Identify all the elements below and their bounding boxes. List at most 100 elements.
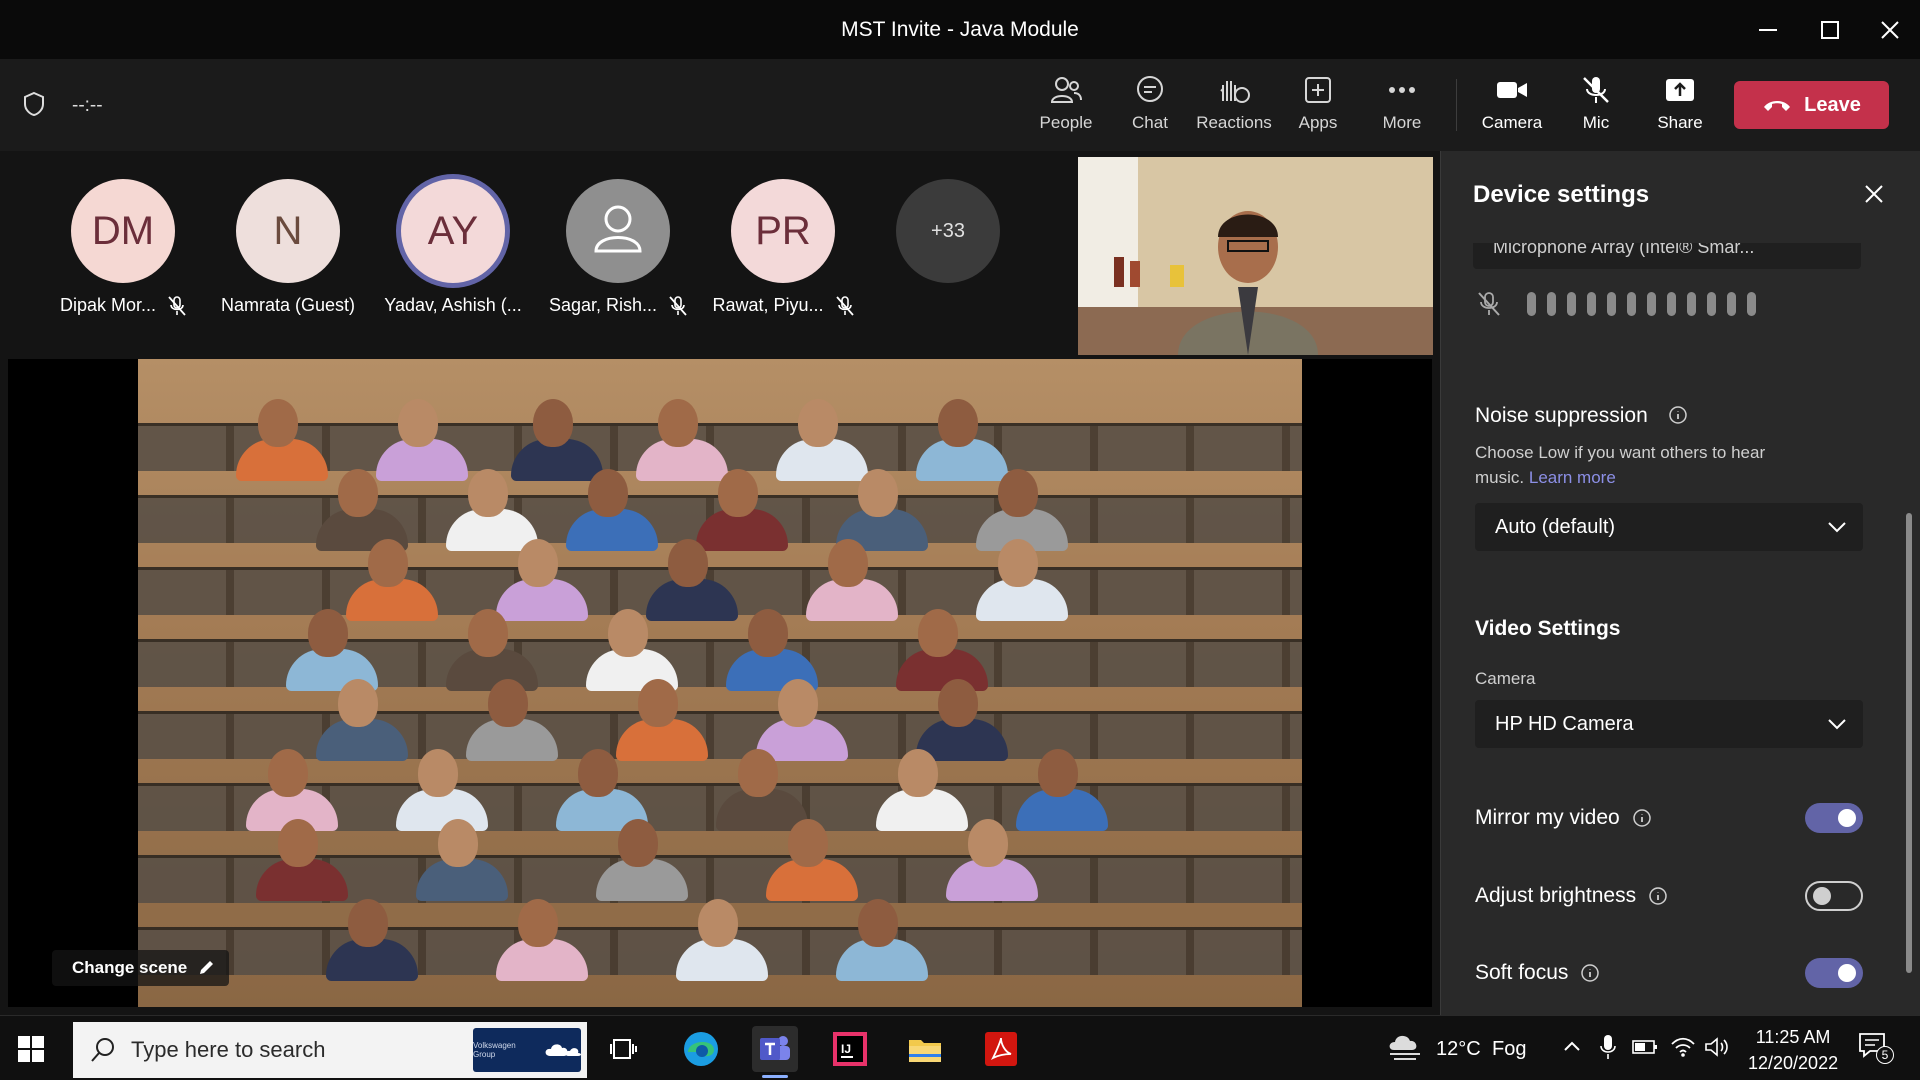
clock-time: 11:25 AM [1755,1027,1831,1047]
microphone-dropdown[interactable]: Microphone Array (Intel® Smar... [1473,243,1861,269]
weather-temperature[interactable]: 12°C [1436,1038,1481,1061]
more-label: More [1382,113,1422,132]
self-video-preview[interactable] [1078,157,1433,355]
attendee-head [918,609,958,657]
info-icon[interactable] [1580,963,1600,983]
chat-button[interactable]: Chat [1108,75,1192,141]
participant-tile[interactable]: AY Yadav, Ashish (... [373,179,533,316]
info-icon[interactable] [1648,886,1668,906]
attendee-head [828,539,868,587]
level-bars [1527,292,1756,316]
share-icon [1666,79,1694,101]
file-explorer-app[interactable] [902,1026,948,1072]
close-panel-icon[interactable] [1861,181,1887,207]
apps-label: Apps [1298,113,1338,132]
participant-tile[interactable]: DM Dipak Mor... [43,179,203,316]
microphone-tray-icon[interactable] [1600,1034,1616,1060]
info-icon[interactable] [1632,808,1652,828]
camera-dropdown[interactable]: HP HD Camera [1475,700,1863,748]
mirror-video-toggle[interactable] [1805,803,1863,833]
muted-mic-icon [168,295,186,316]
info-icon[interactable] [1668,405,1688,425]
edge-app[interactable] [678,1026,724,1072]
avatar: N [236,179,340,283]
participant-name-row: Rawat, Piyu... [712,295,854,316]
taskbar-search-box[interactable]: Type here to search Volkswagen Group [73,1022,587,1078]
attendee-head [418,749,458,797]
description-text: Choose Low if you want others to hear mu… [1475,443,1766,487]
attendee-head [468,609,508,657]
attendee-head [748,609,788,657]
windows-start-icon[interactable] [16,1034,46,1064]
soft-focus-toggle[interactable] [1805,958,1863,988]
teams-app[interactable] [752,1026,798,1078]
notification-badge: 5 [1876,1046,1894,1064]
adjust-brightness-toggle[interactable] [1805,881,1863,911]
apps-icon [1305,77,1331,103]
camera-label: Camera [1481,113,1543,132]
participant-name-row: Namrata (Guest) [221,295,355,316]
together-mode-scene: Change scene [8,359,1432,1007]
volume-icon[interactable] [1704,1036,1730,1058]
attendee-head [858,469,898,517]
participant-tile[interactable]: N Namrata (Guest) [208,179,368,316]
noise-suppression-dropdown[interactable]: Auto (default) [1475,503,1863,551]
leave-button[interactable]: Leave [1734,81,1889,129]
participant-tile[interactable]: PR Rawat, Piyu... [703,179,863,316]
participant-tile[interactable]: Sagar, Rish... [538,179,698,316]
taskbar-clock[interactable]: 11:25 AM 12/20/2022 [1748,1024,1838,1076]
learn-more-link[interactable]: Learn more [1529,468,1616,487]
wifi-icon[interactable] [1670,1036,1696,1058]
noise-suppression-description: Choose Low if you want others to hear mu… [1475,440,1805,490]
notification-center-button[interactable]: 5 [1858,1032,1894,1066]
attendee-head [658,399,698,447]
windows-taskbar: Type here to search Volkswagen Group IJ … [0,1015,1920,1080]
attendee-head [798,399,838,447]
participant-name: Yadav, Ashish (... [384,295,522,315]
attendee-head [438,819,478,867]
mic-label: Mic [1582,113,1610,132]
search-highlight-banner[interactable]: Volkswagen Group [473,1028,581,1072]
pdf-reader-icon [985,1032,1017,1066]
attendee-head [308,609,348,657]
overflow-count: +33 [896,179,1000,283]
edge-browser-icon [684,1032,718,1066]
reactions-button[interactable]: Reactions [1192,75,1276,141]
mic-button[interactable]: Mic [1554,75,1638,141]
acrobat-app[interactable] [978,1026,1024,1072]
more-button[interactable]: More [1360,75,1444,141]
participant-name: Sagar, Rish... [548,295,658,315]
apps-button[interactable]: Apps [1276,75,1360,141]
task-view-button[interactable] [601,1026,647,1072]
svg-text:IJ: IJ [841,1042,851,1056]
camera-icon [1497,82,1527,98]
battery-icon[interactable] [1632,1038,1658,1056]
share-button[interactable]: Share [1638,75,1722,141]
attendee-head [578,749,618,797]
folder-icon [909,1040,941,1062]
weather-fog-icon[interactable] [1386,1032,1426,1064]
intellij-app[interactable]: IJ [827,1026,873,1072]
close-window-button[interactable] [1870,10,1910,50]
seat-row [138,711,1302,759]
chevron-up-icon[interactable] [1563,1040,1581,1052]
panel-scrollbar[interactable] [1906,513,1912,973]
attendee-head [338,679,378,727]
video-settings-heading: Video Settings [1475,617,1621,640]
attendee-head [698,899,738,947]
shield-icon [24,91,44,117]
minimize-button[interactable] [1748,10,1788,50]
chat-icon [1137,76,1163,102]
maximize-button[interactable] [1810,10,1850,50]
weather-condition[interactable]: Fog [1492,1038,1526,1061]
people-button[interactable]: People [1024,75,1108,141]
close-icon [1881,21,1899,39]
cloud-icon [545,1044,581,1056]
change-scene-button[interactable]: Change scene [52,950,230,986]
attendee-head [618,819,658,867]
camera-button[interactable]: Camera [1470,75,1554,141]
attendee-head [268,749,308,797]
attendee-head [998,469,1038,517]
overflow-participants[interactable]: +33 [868,179,1028,283]
attendee-head [938,399,978,447]
